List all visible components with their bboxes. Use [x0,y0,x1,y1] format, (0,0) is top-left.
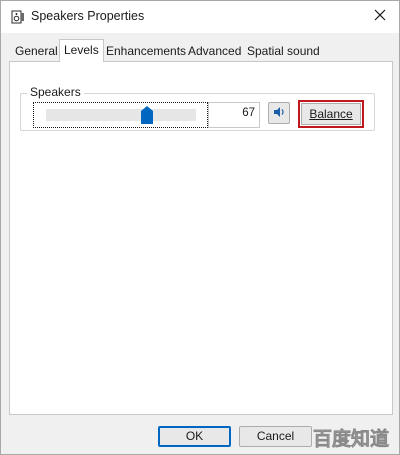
volume-slider[interactable] [33,102,208,128]
close-icon [374,9,386,24]
tab-enhancements[interactable]: Enhancements [102,42,190,61]
watermark: 百度知道 [307,426,395,451]
tab-strip: General Levels Enhancements Advanced Spa… [9,39,393,62]
balance-button[interactable]: Balance [298,100,364,128]
ok-button[interactable]: OK [158,426,231,447]
tab-levels[interactable]: Levels [59,39,104,62]
speakers-group-label: Speakers [27,85,84,99]
speaker-volume-icon [272,105,286,122]
tab-general[interactable]: General [11,42,62,61]
title-bar: Speakers Properties [1,1,399,33]
close-button[interactable] [365,3,395,29]
tab-spatial-sound[interactable]: Spatial sound [243,42,324,61]
tab-advanced[interactable]: Advanced [184,42,245,61]
speakers-group: Speakers 67 Balance [20,85,375,131]
svg-text:百度知道: 百度知道 [313,427,389,450]
levels-panel: Speakers 67 Balance [9,61,393,415]
balance-button-label: Balance [309,107,353,121]
speaker-properties-icon [11,10,25,24]
window-title: Speakers Properties [31,9,145,23]
cancel-button[interactable]: Cancel [239,426,312,447]
mute-button[interactable] [268,102,290,124]
speakers-properties-dialog: Speakers Properties General Levels Enhan… [0,0,400,455]
volume-slider-thumb[interactable] [140,106,153,124]
volume-value-field[interactable]: 67 [208,102,260,128]
volume-slider-track [46,109,196,121]
